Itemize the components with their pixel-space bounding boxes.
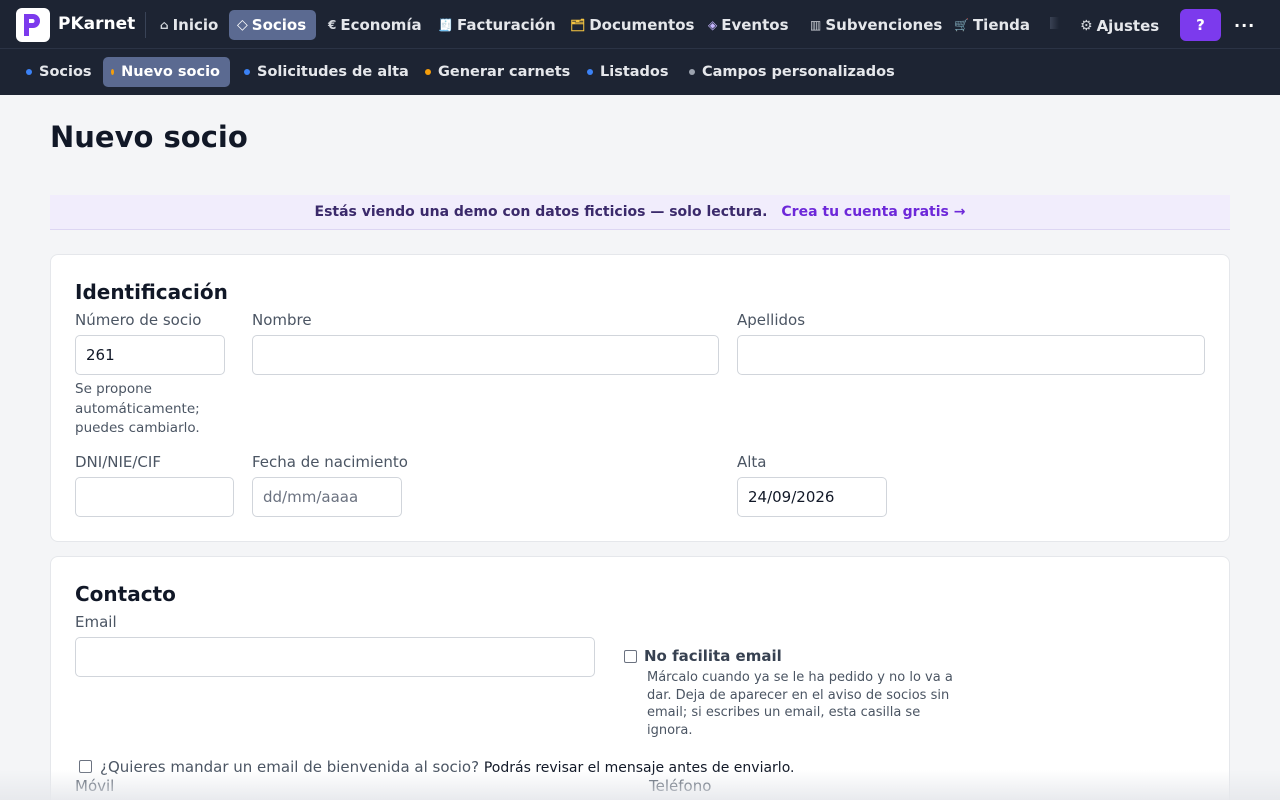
brand-name[interactable]: PKarnet (58, 14, 135, 34)
nav-item-subvenciones[interactable]: ▥ Subvenciones (802, 10, 950, 40)
subnav-label: Solicitudes de alta (257, 64, 409, 80)
nombre-input[interactable] (252, 335, 719, 375)
subnav-item-campos-personalizados[interactable]: Campos personalizados (681, 57, 905, 87)
nav-label: Socios (251, 16, 307, 34)
movil-label: Móvil (75, 777, 115, 795)
subnav-label: Campos personalizados (702, 64, 895, 80)
welcome-email-label: ¿Quieres mandar un email de bienvenida a… (100, 758, 480, 776)
event-diamond-icon: ◈ (708, 18, 718, 32)
subnav-label: Socios (39, 64, 92, 80)
subnav-item-listados[interactable]: Listados (579, 57, 679, 87)
nav-item-eventos[interactable]: ◈ Eventos (700, 10, 797, 40)
status-dot (689, 69, 695, 75)
nav-label: Facturación (456, 16, 556, 34)
invoice-icon: 🧾 (438, 18, 453, 32)
numero-socio-label: Número de socio (75, 311, 202, 329)
folder-icon: 🗂 (570, 18, 586, 32)
apellidos-label: Apellidos (737, 311, 806, 329)
numero-socio-hint: Se propone automáticamente; puedes cambi… (75, 381, 200, 436)
nav-label: Economía (340, 16, 422, 34)
nav-item-socios[interactable]: ◇ Socios (229, 10, 316, 40)
subnav-item-nuevo-socio[interactable]: Nuevo socio (103, 57, 230, 87)
demo-banner-text: Estás viendo una demo con datos ficticio… (314, 204, 768, 220)
nav-label: Documentos (589, 16, 695, 34)
subnav-item-socios[interactable]: Socios (18, 57, 102, 87)
diamond-icon: ◇ (237, 17, 248, 33)
status-dot (111, 69, 115, 75)
gear-icon: ⚙ (1080, 18, 1093, 34)
section-title-identificacion: Identificación (75, 280, 228, 304)
numero-socio-input[interactable] (75, 335, 225, 375)
nav-divider (145, 12, 146, 38)
alta-date-input[interactable] (737, 477, 887, 517)
nombre-label: Nombre (252, 311, 312, 329)
subnav-label: Generar carnets (438, 64, 571, 80)
alta-label: Alta (737, 453, 767, 471)
subnav-item-solicitudes[interactable]: Solicitudes de alta (236, 57, 419, 87)
welcome-email-option[interactable]: ¿Quieres mandar un email de bienvenida a… (100, 758, 794, 776)
nav-item-documentos[interactable]: 🗂 Documentos (562, 10, 702, 40)
status-dot (26, 69, 32, 75)
overflow-fade-icon (1050, 17, 1059, 29)
sub-navbar: Socios Nuevo socio Solicitudes de alta G… (0, 48, 1280, 95)
nav-item-facturacion[interactable]: 🧾 Facturación (430, 10, 564, 40)
nav-label: Subvenciones (825, 16, 943, 34)
nav-item-ajustes[interactable]: ⚙ Ajustes (1072, 11, 1167, 41)
dni-label: DNI/NIE/CIF (75, 453, 161, 471)
welcome-email-hint: Podrás revisar el mensaje antes de envia… (483, 760, 795, 776)
welcome-email-checkbox[interactable] (79, 760, 92, 773)
status-dot (587, 69, 593, 75)
nav-item-inicio[interactable]: ⌂ Inicio (152, 10, 226, 40)
identificacion-card: Identificación Número de socio Se propon… (50, 254, 1230, 542)
demo-banner: Estás viendo una demo con datos ficticio… (50, 195, 1230, 230)
cart-icon: 🛒 (954, 18, 969, 32)
telefono-label: Teléfono (649, 777, 712, 795)
logo[interactable] (16, 8, 50, 42)
subnav-label: Nuevo socio (121, 64, 220, 80)
no-email-label[interactable]: No facilita email (644, 647, 782, 665)
top-navbar: PKarnet ⌂ Inicio ◇ Socios € Economía 🧾 F… (0, 0, 1280, 48)
subnav-item-generar-carnets[interactable]: Generar carnets (417, 57, 580, 87)
dni-input[interactable] (75, 477, 234, 517)
no-email-hint: Márcalo cuando ya se le ha pedido y no l… (647, 670, 953, 738)
columns-icon: ▥ (810, 18, 822, 32)
nav-label: Inicio (172, 16, 219, 34)
home-icon: ⌂ (160, 18, 169, 32)
apellidos-input[interactable] (737, 335, 1205, 375)
subnav-label: Listados (600, 64, 669, 80)
create-account-link[interactable]: Crea tu cuenta gratis → (781, 204, 965, 220)
help-button[interactable]: ? (1180, 9, 1221, 41)
email-input[interactable] (75, 637, 595, 677)
nav-label: Eventos (721, 16, 789, 34)
euro-icon: € (328, 18, 337, 32)
status-dot (425, 69, 431, 75)
fecha-nacimiento-label: Fecha de nacimiento (252, 453, 408, 471)
nav-item-economia[interactable]: € Economía (320, 10, 430, 40)
nav-label: Ajustes (1096, 17, 1160, 35)
logo-p-icon (24, 14, 40, 36)
more-menu-button[interactable]: ... (1234, 12, 1255, 31)
no-email-checkbox[interactable] (624, 650, 637, 663)
fecha-nacimiento-input[interactable] (252, 477, 402, 517)
email-label: Email (75, 613, 117, 631)
nav-label: Tienda (972, 16, 1031, 34)
section-title-contacto: Contacto (75, 582, 176, 606)
nav-item-tienda[interactable]: 🛒 Tienda (946, 10, 1038, 40)
page-title: Nuevo socio (50, 120, 248, 154)
status-dot (244, 69, 250, 75)
